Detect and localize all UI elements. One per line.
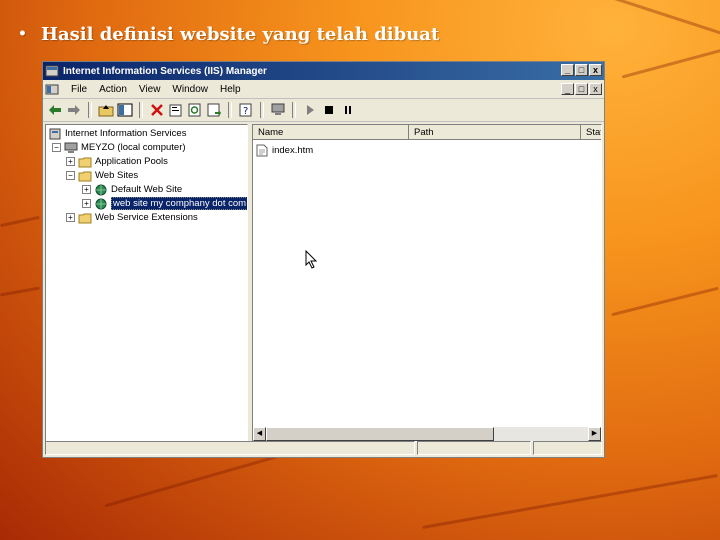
decorative-streak xyxy=(0,215,40,228)
scroll-right-button[interactable]: ▶ xyxy=(588,427,601,441)
globe-icon xyxy=(95,198,107,209)
close-button[interactable]: x xyxy=(589,64,602,76)
collapse-toggle[interactable]: − xyxy=(52,143,61,152)
menu-action[interactable]: Action xyxy=(93,84,133,95)
decorative-streak xyxy=(0,286,40,297)
toolbar-separator xyxy=(88,102,92,118)
tree-node-default-site[interactable]: + Default Web Site xyxy=(82,183,182,196)
menu-window[interactable]: Window xyxy=(166,84,214,95)
toolbar: ? xyxy=(43,99,604,122)
slide-bullet: • Hasil definisi website yang telah dibu… xyxy=(18,24,439,45)
decorative-streak xyxy=(611,286,719,317)
expand-toggle[interactable]: + xyxy=(82,199,91,208)
column-header-name[interactable]: Name xyxy=(253,125,409,140)
details-list[interactable]: Name Path Statu index.htm ◀ ▶ xyxy=(252,124,602,442)
html-file-icon xyxy=(256,144,268,157)
minimize-button[interactable]: _ xyxy=(561,64,574,76)
status-bar xyxy=(45,441,602,455)
toolbar-separator xyxy=(139,102,143,118)
computer-icon xyxy=(64,142,78,153)
toolbar-separator xyxy=(292,102,296,118)
status-pane-main xyxy=(45,441,415,455)
bullet-dot-icon: • xyxy=(18,26,27,42)
tree-label-web-sites: Web Sites xyxy=(95,170,139,181)
menu-bar: File Action View Window Help _ □ x xyxy=(43,80,604,99)
refresh-icon[interactable] xyxy=(187,102,203,118)
back-arrow-icon[interactable] xyxy=(47,102,63,118)
toolbar-separator xyxy=(260,102,264,118)
delete-icon[interactable] xyxy=(149,102,165,118)
menu-help[interactable]: Help xyxy=(214,84,247,95)
console-icon[interactable] xyxy=(45,83,59,95)
iis-icon xyxy=(49,128,61,139)
maximize-button[interactable]: □ xyxy=(575,64,588,76)
main-content: Internet Information Services − MEYZO (l… xyxy=(45,124,602,442)
folder-icon xyxy=(78,157,92,167)
stop-icon[interactable] xyxy=(321,102,337,118)
tree-node-root[interactable]: Internet Information Services xyxy=(48,127,186,140)
up-folder-icon[interactable] xyxy=(98,102,114,118)
decorative-streak xyxy=(602,0,720,40)
horizontal-scrollbar[interactable]: ◀ ▶ xyxy=(253,427,601,441)
tree-label-default-site: Default Web Site xyxy=(111,184,183,195)
play-icon[interactable] xyxy=(302,102,318,118)
tree-label-computer: MEYZO (local computer) xyxy=(81,142,186,153)
scroll-track[interactable] xyxy=(494,427,588,441)
mdi-restore-button[interactable]: □ xyxy=(575,83,588,95)
window-titlebar[interactable]: Internet Information Services (IIS) Mana… xyxy=(43,62,604,80)
tree-node-custom-site[interactable]: + web site my comphany dot com xyxy=(82,197,247,210)
tree-node-web-sites[interactable]: − Web Sites xyxy=(66,169,138,182)
collapse-toggle[interactable]: − xyxy=(66,171,75,180)
slide-bullet-text: Hasil definisi website yang telah dibuat xyxy=(40,24,440,45)
decorative-streak xyxy=(422,473,718,530)
svg-text:?: ? xyxy=(243,106,248,117)
list-item-name: index.htm xyxy=(272,145,314,156)
expand-toggle[interactable]: + xyxy=(66,157,75,166)
tree-node-extensions[interactable]: + Web Service Extensions xyxy=(66,211,198,224)
mdi-minimize-button[interactable]: _ xyxy=(561,83,574,95)
status-pane-middle xyxy=(417,441,531,455)
column-header-path[interactable]: Path xyxy=(409,125,581,140)
folder-icon xyxy=(78,213,92,223)
help-icon[interactable]: ? xyxy=(238,102,254,118)
mmc-app-icon xyxy=(45,65,59,77)
scroll-thumb[interactable] xyxy=(266,427,494,441)
mdi-close-button[interactable]: x xyxy=(589,83,602,95)
mouse-pointer-icon xyxy=(305,250,318,269)
expand-toggle[interactable]: + xyxy=(82,185,91,194)
iis-manager-window: Internet Information Services (IIS) Mana… xyxy=(42,61,605,458)
tree-label-custom-site: web site my comphany dot com xyxy=(111,197,247,210)
properties-icon[interactable] xyxy=(168,102,184,118)
tree-label-extensions: Web Service Extensions xyxy=(95,212,198,223)
export-list-icon[interactable] xyxy=(206,102,222,118)
show-hide-tree-icon[interactable] xyxy=(117,102,133,118)
expand-toggle[interactable]: + xyxy=(66,213,75,222)
console-tree[interactable]: Internet Information Services − MEYZO (l… xyxy=(45,124,248,442)
menu-view[interactable]: View xyxy=(133,84,167,95)
scroll-left-button[interactable]: ◀ xyxy=(253,427,266,441)
column-header-status[interactable]: Statu xyxy=(581,125,601,140)
pause-icon[interactable] xyxy=(340,102,356,118)
menu-file[interactable]: File xyxy=(65,84,93,95)
computer-icon[interactable] xyxy=(270,102,286,118)
toolbar-separator xyxy=(228,102,232,118)
tree-node-computer[interactable]: − MEYZO (local computer) xyxy=(52,141,186,154)
tree-label-root: Internet Information Services xyxy=(65,128,187,139)
window-title: Internet Information Services (IIS) Mana… xyxy=(63,65,267,77)
forward-arrow-icon[interactable] xyxy=(66,102,82,118)
decorative-streak xyxy=(621,44,720,79)
folder-icon xyxy=(78,171,92,181)
globe-icon xyxy=(95,184,107,195)
tree-node-app-pools[interactable]: + Application Pools xyxy=(66,155,168,168)
status-pane-right xyxy=(533,441,602,455)
tree-label-app-pools: Application Pools xyxy=(95,156,168,167)
list-item[interactable]: index.htm xyxy=(256,144,313,157)
